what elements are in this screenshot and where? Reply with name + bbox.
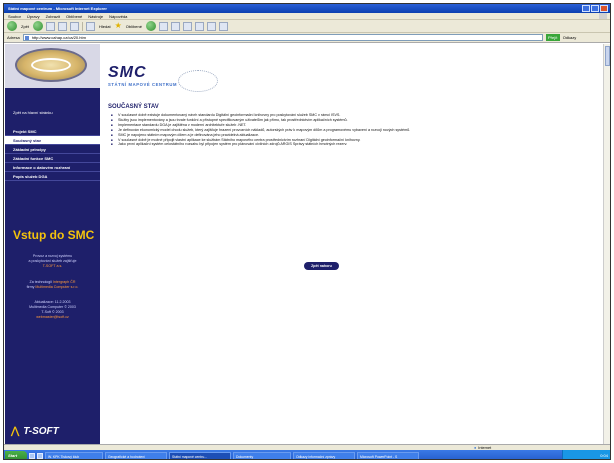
nav-item-zakladni-funkce[interactable]: Základní funkce SMC: [5, 154, 100, 163]
address-bar: Adresa http://www.cahap.cz/ca/20.htm Pře…: [4, 33, 610, 43]
go-button[interactable]: Přejít: [545, 34, 560, 41]
sidebar-logo-band: [5, 44, 100, 88]
task-geograficke[interactable]: Geografické a hodnotení: [105, 451, 167, 459]
start-button[interactable]: Start: [5, 450, 27, 459]
windows-logo-icon: [599, 13, 607, 19]
smc-logo-text: SMC: [108, 64, 147, 81]
clock: 0:04: [600, 453, 608, 458]
stop-icon[interactable]: [46, 21, 56, 31]
multimedia-link[interactable]: Multimedia Computer s.r.o.: [35, 285, 78, 289]
window-controls: [582, 5, 608, 12]
toolbar-separator: [82, 21, 84, 31]
menu-help[interactable]: Nápověda: [109, 13, 127, 19]
toolbar: Zpět Hledat ★ Oblíbené: [4, 20, 610, 33]
task-statni-mapove-centrum[interactable]: Státní mapové centru...: [169, 451, 231, 459]
refresh-icon[interactable]: [58, 21, 68, 31]
task-powerpoint[interactable]: Microsoft PowerPoint - S: [357, 451, 419, 459]
vstup-do-smc-link[interactable]: Vstup do SMC: [13, 228, 94, 242]
back-to-top-button[interactable]: Zpět nahoru: [304, 262, 339, 270]
nav-item-datove-rozhrani[interactable]: Informace o datovém rozhraní: [5, 163, 100, 172]
quicklaunch-desktop-icon[interactable]: [29, 452, 35, 459]
tsoft-brand: T-SOFT: [23, 426, 59, 437]
address-value: http://www.cahap.cz/ca/20.htm: [31, 35, 86, 40]
nav-item-soucasny-stav[interactable]: Současný stav: [5, 136, 100, 145]
links-button[interactable]: Odkazy: [563, 35, 577, 40]
address-input[interactable]: http://www.cahap.cz/ca/20.htm: [22, 34, 543, 41]
system-tray: 0:04: [562, 450, 610, 459]
smc-emblem-icon: [15, 48, 87, 82]
history-icon[interactable]: [158, 21, 168, 31]
messenger-icon[interactable]: [218, 21, 228, 31]
taskbar: Start W. KPK Tiskový klub Geografické a …: [4, 450, 610, 459]
menu-favorites[interactable]: Oblíbené: [66, 13, 82, 19]
page-title: SOUČASNÝ STAV: [108, 104, 159, 110]
operator-link[interactable]: T-SOFT a.s.: [5, 264, 100, 269]
edit-icon[interactable]: [194, 21, 204, 31]
home-icon[interactable]: [70, 21, 80, 31]
vertical-scrollbar[interactable]: [603, 44, 610, 444]
menu-bar: Soubor Úpravy Zobrazit Oblíbené Nástroje…: [4, 13, 610, 20]
maximize-icon[interactable]: [591, 5, 599, 12]
discuss-icon[interactable]: [206, 21, 216, 31]
technology-info: Za technologii Intergraph ČR firmy Multi…: [26, 280, 79, 289]
status-list: V současné době existuje dokumentovaný n…: [108, 113, 548, 147]
back-button-label[interactable]: Zpět: [20, 24, 30, 29]
left-sidebar: Zpět na hlavní stránku Projekt SMC Souča…: [5, 44, 100, 444]
search-button-label[interactable]: Hledat: [98, 24, 112, 29]
operator-info: Provoz a rozvoj systému a poskytování sl…: [5, 254, 100, 269]
home-link[interactable]: Zpět na hlavní stránku: [13, 110, 53, 115]
menu-edit[interactable]: Úpravy: [27, 13, 40, 19]
print-icon[interactable]: [182, 21, 192, 31]
nav-item-projekt[interactable]: Projekt SMC: [5, 127, 100, 136]
sidebar-nav: Projekt SMC Současný stav Základní princ…: [5, 127, 100, 181]
scrollbar-thumb[interactable]: [605, 46, 610, 66]
intergraph-link[interactable]: Intergraph ČR: [53, 280, 76, 284]
minimize-icon[interactable]: [582, 5, 590, 12]
tsoft-mark-icon: ⋀: [11, 426, 20, 437]
search-icon[interactable]: [86, 21, 96, 31]
address-label: Adresa: [7, 35, 20, 40]
list-item: Jako první aplikační systém celostátního…: [111, 142, 548, 147]
menu-file[interactable]: Soubor: [8, 13, 21, 19]
page-content: Zpět na hlavní stránku Projekt SMC Souča…: [4, 44, 610, 444]
forward-arrow-icon[interactable]: [33, 21, 44, 31]
menu-tools[interactable]: Nástroje: [88, 13, 103, 19]
favorites-button-label[interactable]: Oblíbené: [125, 24, 143, 29]
window-title: Státní mapové centrum - Microsoft Intern…: [8, 6, 107, 11]
page-icon: [24, 36, 29, 40]
logo-swoosh-icon: [178, 70, 218, 92]
page-logo: SMC STÁTNÍ MAPOVÉ CENTRUM: [108, 64, 218, 92]
nav-item-popis-sluzeb[interactable]: Popis služeb DGA: [5, 172, 100, 181]
back-arrow-icon[interactable]: [7, 21, 17, 31]
update-info: Aktualizace: 11.2.2003 Multimedia Comput…: [5, 300, 100, 320]
smc-logo-subtitle: STÁTNÍ MAPOVÉ CENTRUM: [108, 82, 178, 87]
browser-window: Státní mapové centrum - Microsoft Intern…: [3, 3, 611, 460]
task-odkazy[interactable]: Odkazy informační zprávy: [293, 451, 355, 459]
webmaster-link[interactable]: webmaster@tsoft.cz: [5, 315, 100, 320]
favorites-star-icon[interactable]: ★: [115, 22, 122, 30]
title-bar: Státní mapové centrum - Microsoft Intern…: [4, 4, 610, 13]
mail-icon[interactable]: [170, 21, 180, 31]
menu-view[interactable]: Zobrazit: [46, 13, 60, 19]
task-dokumenty[interactable]: Dokumenty: [233, 451, 291, 459]
main-article: SOUČASNÝ STAV V současné době existuje d…: [108, 104, 548, 270]
media-icon[interactable]: [145, 21, 156, 31]
quicklaunch-ie-icon[interactable]: [37, 452, 43, 459]
nav-item-zakladni-principy[interactable]: Základní principy: [5, 145, 100, 154]
tsoft-logo: ⋀ T-SOFT: [11, 426, 59, 437]
task-kpk[interactable]: W. KPK Tiskový klub: [45, 451, 103, 459]
close-icon[interactable]: [600, 5, 608, 12]
